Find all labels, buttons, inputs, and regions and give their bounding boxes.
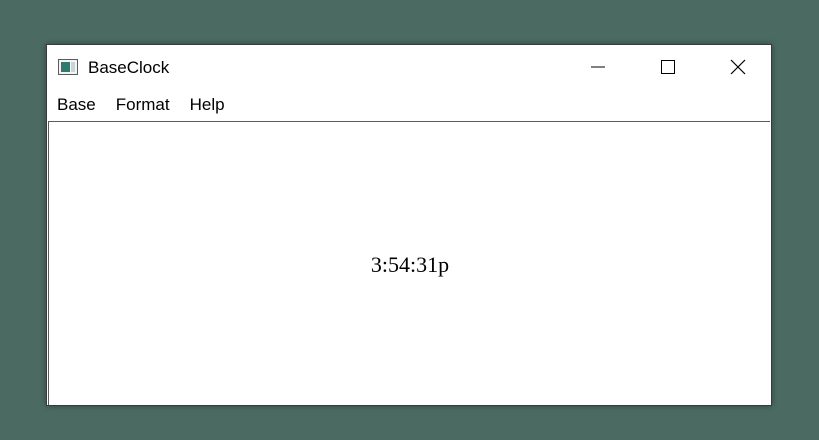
menu-help[interactable]: Help bbox=[190, 92, 225, 118]
clock-time: 3:54:31p bbox=[370, 252, 450, 277]
menu-format[interactable]: Format bbox=[116, 92, 170, 118]
app-window-icon[interactable] bbox=[58, 59, 78, 75]
minimize-button[interactable] bbox=[575, 45, 621, 89]
menu-bar: Base Format Help bbox=[47, 90, 771, 120]
clock-display-area: 3:54:31p bbox=[48, 121, 770, 405]
menu-base[interactable]: Base bbox=[57, 92, 96, 118]
baseclock-window: BaseClock Base Format Help 3:54:31p bbox=[46, 44, 772, 406]
app-icon-pane-left bbox=[61, 62, 70, 72]
title-bar[interactable]: BaseClock bbox=[47, 45, 771, 90]
close-button[interactable] bbox=[715, 45, 761, 89]
window-title: BaseClock bbox=[88, 58, 170, 77]
close-icon bbox=[730, 59, 746, 75]
maximize-icon bbox=[661, 60, 675, 74]
minimize-icon bbox=[591, 66, 605, 68]
app-icon-pane-right bbox=[71, 62, 75, 72]
maximize-button[interactable] bbox=[645, 45, 691, 89]
